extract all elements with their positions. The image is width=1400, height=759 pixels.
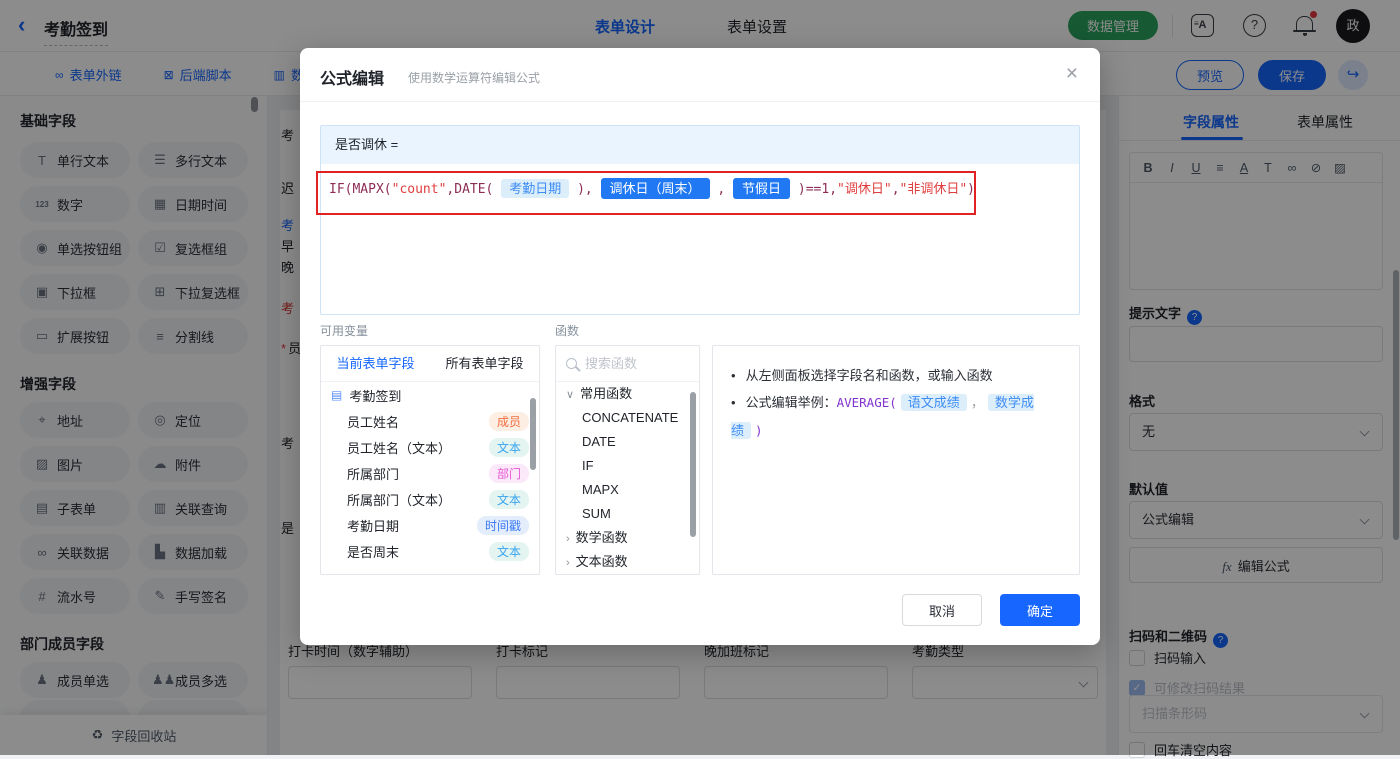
variable-item[interactable]: 是否周末 文本 (321, 538, 539, 564)
function-search-input[interactable] (585, 356, 685, 371)
functions-scrollbar[interactable] (690, 392, 696, 537)
function-group-text[interactable]: › 文本函数 (556, 550, 699, 574)
function-item[interactable]: MAPX (556, 478, 699, 502)
tab-all-form-fields[interactable]: 所有表单字段 (430, 346, 539, 381)
cancel-button[interactable]: 取消 (902, 594, 982, 626)
variables-scrollbar[interactable] (530, 398, 536, 470)
caret-down-icon: ∨ (566, 389, 575, 401)
type-badge: 文本 (488, 489, 529, 509)
modal-subtitle: 使用数学运算符编辑公式 (408, 71, 541, 85)
formula-code: ), (577, 182, 593, 197)
modal-header: 公式编辑 使用数学运算符编辑公式 × (300, 48, 1100, 102)
variables-label: 可用变量 (320, 324, 369, 338)
variable-tree-root[interactable]: ▤ 考勤签到 (321, 382, 539, 408)
confirm-button[interactable]: 确定 (1000, 594, 1080, 626)
type-badge: 成员 (488, 411, 529, 431)
type-badge: 文本 (488, 541, 529, 561)
formula-editor-box[interactable]: 是否调休 = IF(MAPX("count",DATE( 考勤日期 ), 调休日… (320, 125, 1080, 315)
formula-expression[interactable]: IF(MAPX("count",DATE( 考勤日期 ), 调休日（周末） , … (329, 178, 975, 199)
hint-line-2: • 公式编辑举例：AVERAGE(语文成绩，数学成绩) (731, 394, 1034, 439)
field-token-selected[interactable]: 调休日（周末） (600, 178, 710, 199)
formula-code: IF(MAPX( (329, 182, 392, 197)
app-root: ‹ 考勤签到 表单设计 表单设置 数据管理 A ? 政 ∞表单外链 ⊠后端脚本 … (0, 0, 1400, 758)
function-search (556, 346, 699, 382)
function-item[interactable]: SUM (556, 502, 699, 526)
bullet-icon: • (731, 368, 736, 383)
modal-title: 公式编辑 (320, 71, 385, 88)
close-icon[interactable]: × (1066, 62, 1078, 86)
variable-item[interactable]: 员工姓名 成员 (321, 408, 539, 434)
function-item[interactable]: IF (556, 454, 699, 478)
formula-string: "count" (391, 182, 447, 197)
function-group-common[interactable]: ∨ 常用函数 (556, 382, 699, 406)
variable-item[interactable]: 所属部门（文本） 文本 (321, 486, 539, 512)
formula-string: "调休日" (837, 182, 892, 197)
variable-item[interactable]: 所属部门 部门 (321, 460, 539, 486)
example-function: AVERAGE( (836, 395, 897, 411)
caret-right-icon: › (566, 533, 570, 545)
hint-line-1: • 从左侧面板选择字段名和函数，或输入函数 (731, 368, 993, 383)
functions-panel: ∨常用函数 CONCATENATE DATE IF MAPX SUM ›数学函数… (555, 345, 700, 575)
variable-item[interactable]: 员工姓名（文本） 文本 (321, 434, 539, 460)
function-group-math[interactable]: › 数学函数 (556, 526, 699, 550)
tab-current-form-fields[interactable]: 当前表单字段 (321, 346, 430, 381)
function-item[interactable]: DATE (556, 430, 699, 454)
formula-string: "非调休日" (899, 182, 968, 197)
example-field-token: 语文成绩 (900, 394, 967, 412)
formula-code: ,DATE( (446, 182, 494, 197)
formula-code: ) (967, 182, 975, 197)
type-badge: 部门 (488, 463, 529, 483)
caret-right-icon: › (566, 557, 570, 569)
form-doc-icon: ▤ (331, 388, 343, 402)
variables-tabs: 当前表单字段 所有表单字段 (321, 346, 539, 382)
formula-editor-modal: 公式编辑 使用数学运算符编辑公式 × 是否调休 = IF(MAPX("count… (300, 48, 1100, 645)
variables-panel: 当前表单字段 所有表单字段 ▤ 考勤签到 员工姓名 成员 员工姓名（文本） 文本 所属… (320, 345, 540, 575)
type-badge: 文本 (488, 437, 529, 457)
variable-item[interactable]: 考勤日期 时间戳 (321, 512, 539, 538)
function-item[interactable]: CONCATENATE (556, 406, 699, 430)
field-token-selected[interactable]: 节假日 (733, 178, 791, 199)
formula-code: , (717, 182, 726, 197)
formula-target-field: 是否调休 = (321, 126, 1079, 164)
formula-code: )==1, (797, 182, 838, 197)
search-icon (566, 358, 577, 369)
formula-code: , (891, 182, 900, 197)
functions-label: 函数 (555, 324, 580, 338)
bullet-icon: • (731, 395, 736, 411)
type-badge: 时间戳 (476, 515, 529, 535)
field-token[interactable]: 考勤日期 (501, 179, 570, 198)
hints-panel: • 从左侧面板选择字段名和函数，或输入函数 • 公式编辑举例：AVERAGE(语文成… (712, 345, 1080, 575)
